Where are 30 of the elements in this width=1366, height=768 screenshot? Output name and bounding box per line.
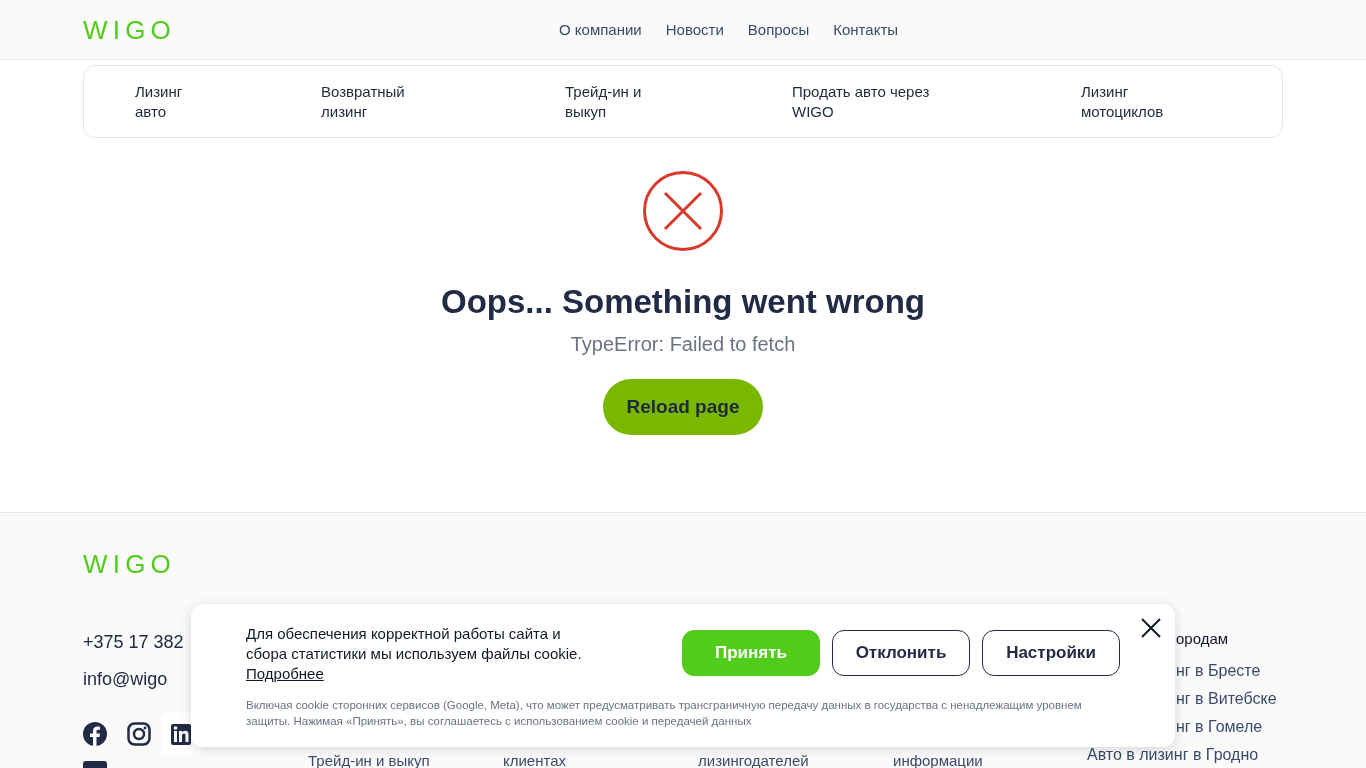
instagram-icon[interactable]: [127, 722, 151, 746]
service-link[interactable]: Лизинг мотоциклов: [1081, 81, 1181, 122]
close-icon[interactable]: [1141, 618, 1161, 638]
cookie-button[interactable]: Отклонить: [832, 630, 970, 676]
cookie-button[interactable]: Настройки: [982, 630, 1120, 676]
cookie-message: Для обеспечения корректной работы сайта и сбора статистики мы используем файлы cookie. Подробнее: [246, 624, 583, 684]
city-link[interactable]: нг в Гомеле: [1176, 717, 1277, 737]
more-link[interactable]: Подробнее: [246, 665, 324, 682]
service-link[interactable]: Возвратный лизинг: [321, 81, 431, 122]
nav-link[interactable]: Контакты: [833, 18, 899, 42]
error-title: Oops... Something went wrong: [441, 282, 925, 322]
reload-button[interactable]: Reload page: [602, 379, 764, 435]
city-link[interactable]: Авто в лизинг в Гродно: [1087, 745, 1259, 765]
city-link[interactable]: нг в Витебске: [1176, 689, 1277, 709]
error-icon: [642, 170, 724, 252]
service-link[interactable]: Лизинг авто: [135, 81, 205, 122]
error-message: TypeError: Failed to fetch: [570, 332, 796, 357]
city-link[interactable]: нг в Бресте: [1176, 661, 1277, 681]
linkedin-icon[interactable]: [171, 723, 191, 745]
facebook-icon[interactable]: [83, 722, 107, 746]
footer-link[interactable]: клиентах: [503, 752, 567, 768]
cookie-note: Включая cookie сторонних сервисов (Google, Meta), что может предусматривать трансграничную передачу данных в государства с ненадлежащим уровнем защиты. Нажимая «Принять», вы соглашаетесь с использованием cookie и передачей данных: [246, 698, 1083, 729]
nav-link[interactable]: Вопросы: [747, 18, 810, 42]
nav-link[interactable]: Новости: [665, 18, 724, 42]
phone-link[interactable]: +375 17 382: [83, 630, 184, 654]
service-link[interactable]: Продать авто через WIGO: [792, 81, 952, 122]
email-link[interactable]: info@wigo: [83, 667, 184, 691]
service-link[interactable]: Трейд-ин и выкуп: [565, 81, 665, 122]
nav-link[interactable]: О компании: [559, 18, 642, 42]
cities-heading: ородам: [1176, 629, 1230, 649]
